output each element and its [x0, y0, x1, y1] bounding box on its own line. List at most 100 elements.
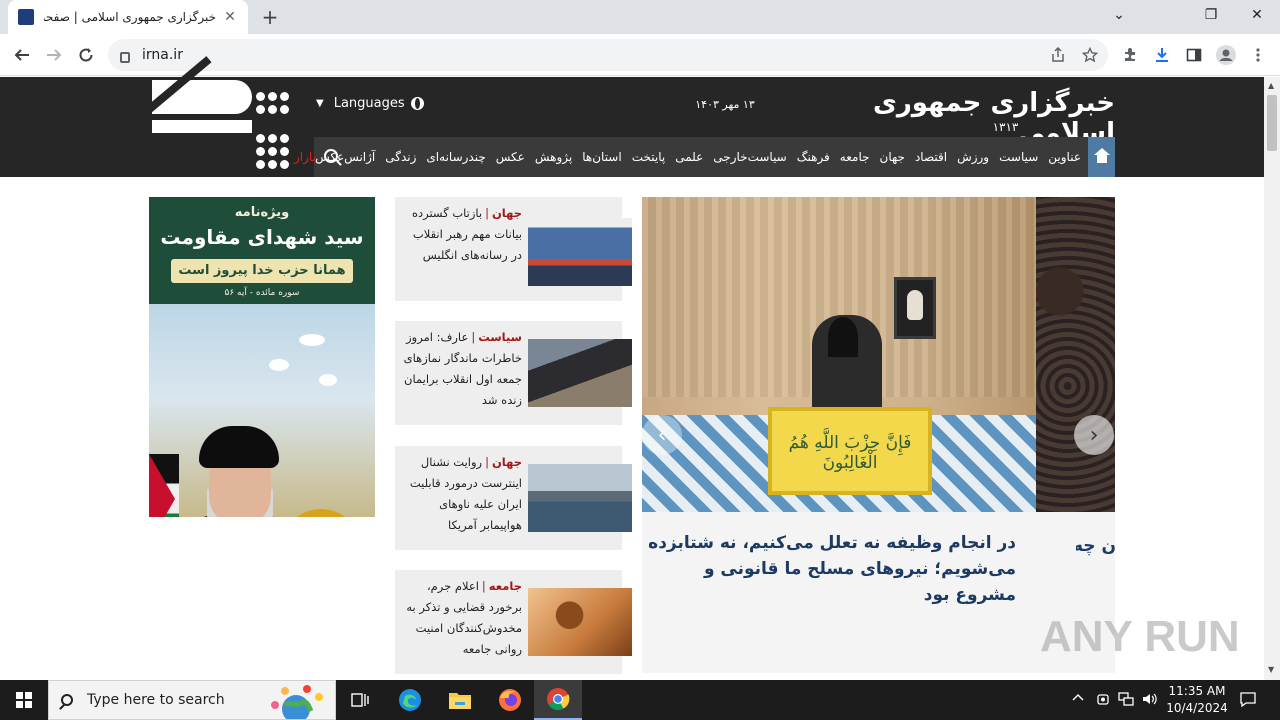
nav-item[interactable]: استان‌ها [582, 150, 621, 164]
news-category[interactable]: سیاست [478, 330, 522, 344]
tab-title: خبرگزاری جمهوری اسلامی | صفحه اول [44, 10, 216, 24]
news-thumbnail[interactable] [528, 588, 632, 656]
nav-item[interactable]: پایتخت [632, 150, 666, 164]
bookmark-star-icon[interactable] [1078, 44, 1102, 66]
news-text[interactable]: جهان|روایت نشنال اینترست درمورد قابلیت ا… [403, 452, 522, 536]
search-icon[interactable] [324, 149, 338, 163]
banner-line-3: همانا حزب خدا پیروز است [171, 259, 353, 283]
slide-headline[interactable]: در انجام وظیفه نه تعلل می‌کنیم، نه شتابز… [642, 530, 1016, 608]
profile-avatar-icon[interactable] [1214, 44, 1238, 66]
taskbar-search-placeholder: Type here to search [87, 692, 225, 708]
news-card[interactable]: سیاست|عارف: امروز خاطرات ماندگار نمازهای… [395, 321, 632, 425]
banner-line-1: ویژه‌نامه [234, 205, 290, 220]
nav-item[interactable]: سیاست‌خارجی [713, 150, 786, 164]
nav-item[interactable]: جامعه [840, 150, 870, 164]
nav-item[interactable]: اقتصاد [915, 150, 947, 164]
news-text[interactable]: جهان|بازتاب گسترده بیانات مهم رهبر انقلا… [403, 203, 522, 266]
nav-item[interactable]: چندرسانه‌ای [426, 150, 485, 164]
meet-now-icon[interactable] [1096, 692, 1110, 709]
nav-item[interactable]: پژوهش [535, 150, 572, 164]
slider-prev-button[interactable]: ‹ [642, 415, 682, 455]
taskbar-clock[interactable]: 11:35 AM 10/4/2024 [1162, 683, 1232, 717]
browser-tab[interactable]: خبرگزاری جمهوری اسلامی | صفحه اول ✕ [8, 0, 248, 34]
news-text[interactable]: جامعه|اعلام جرم، برخورد قضایی و تذکر به … [403, 576, 522, 660]
restore-window-button[interactable]: ❐ [1188, 0, 1234, 30]
nav-item-bazaar[interactable]: بازار [294, 150, 316, 164]
tab-search-chevron-icon[interactable]: ⌄ [1096, 0, 1142, 30]
news-thumbnail[interactable] [528, 339, 632, 407]
notifications-icon[interactable] [1240, 691, 1256, 710]
nav-item[interactable]: ورزش [957, 150, 989, 164]
show-hidden-icons-chevron-icon[interactable] [1072, 692, 1084, 707]
search-icon [61, 694, 73, 706]
address-bar[interactable]: irna.ir [108, 39, 1108, 71]
chevron-down-icon: ▼ [316, 98, 324, 109]
irna-logo[interactable] [137, 56, 292, 177]
chrome-icon[interactable] [534, 680, 582, 720]
firefox-icon[interactable] [486, 680, 534, 720]
volume-icon[interactable] [1142, 692, 1158, 709]
news-card[interactable]: جهان|بازتاب گسترده بیانات مهم رهبر انقلا… [395, 197, 632, 301]
page-scrollbar[interactable]: ▲ ▼ [1264, 77, 1280, 680]
windows-start-icon[interactable] [0, 680, 48, 720]
headline-slider: فَإِنَّ حِزْبَ اللَّهِ هُمُ الْغَالِبُون… [642, 197, 1115, 673]
news-category[interactable]: جهان [492, 455, 522, 469]
site-title-year: ۱۳۱۳ [992, 120, 1019, 135]
irna-favicon-icon [18, 9, 34, 25]
home-icon[interactable] [1088, 137, 1115, 177]
side-panel-icon[interactable] [1182, 44, 1206, 66]
main-nav: عناوین سیاست ورزش اقتصاد جهان جامعه فرهنگ سیاست… [314, 137, 1115, 177]
anyrun-watermark: ANY RUN [1040, 612, 1240, 661]
banner-line-2: سید شهدای مقاومت [160, 225, 364, 249]
extensions-puzzle-icon[interactable] [1118, 44, 1142, 66]
resistance-special-banner[interactable]: ویژه‌نامه سید شهدای مقاومت همانا حزب خدا… [149, 197, 375, 517]
close-window-button[interactable]: ✕ [1234, 0, 1280, 30]
slide-image[interactable]: فَإِنَّ حِزْبَ اللَّهِ هُمُ الْغَالِبُون… [642, 197, 1036, 512]
task-view-icon[interactable] [336, 680, 384, 720]
forward-arrow-icon[interactable] [40, 42, 68, 68]
news-category[interactable]: جهان [492, 206, 522, 220]
next-slide-image[interactable] [1036, 197, 1115, 512]
download-icon[interactable] [1150, 44, 1174, 66]
nav-item[interactable]: علمی [675, 150, 703, 164]
reload-icon[interactable] [72, 42, 100, 68]
podium: فَإِنَّ حِزْبَ اللَّهِ هُمُ الْغَالِبُون… [768, 407, 932, 495]
nav-item[interactable]: جهان [880, 150, 905, 164]
url-text: irna.ir [142, 47, 183, 63]
kebab-menu-icon[interactable] [1246, 44, 1270, 66]
nav-item[interactable]: فرهنگ [797, 150, 830, 164]
back-arrow-icon[interactable] [8, 42, 36, 68]
lock-icon[interactable] [120, 51, 130, 63]
news-card[interactable]: جهان|روایت نشنال اینترست درمورد قابلیت ا… [395, 446, 632, 550]
languages-dropdown[interactable]: ▼ Languages [316, 96, 424, 111]
network-icon[interactable] [1118, 692, 1134, 709]
nav-item[interactable]: زندگی [385, 150, 416, 164]
clock-time: 11:35 AM [1168, 684, 1226, 698]
file-explorer-icon[interactable] [436, 680, 484, 720]
tab-strip: خبرگزاری جمهوری اسلامی | صفحه اول ✕ + ⌄ … [0, 0, 1280, 34]
new-tab-button[interactable]: + [258, 6, 282, 28]
news-card[interactable]: جامعه|اعلام جرم، برخورد قضایی و تذکر به … [395, 570, 632, 674]
podium-inscription: فَإِنَّ حِزْبَ اللَّهِ هُمُ الْغَالِبُون… [788, 433, 912, 473]
banner-line-4: سوره مائده - آیه ۵۶ [224, 288, 300, 298]
languages-label: Languages [333, 96, 405, 111]
news-thumbnail[interactable] [528, 464, 632, 532]
banner-text-panel: ویژه‌نامه سید شهدای مقاومت همانا حزب خدا… [149, 197, 375, 304]
nav-item[interactable]: عناوین [1048, 150, 1081, 164]
taskbar-search-box[interactable]: Type here to search [48, 680, 336, 720]
news-thumbnail[interactable] [528, 218, 632, 286]
news-category[interactable]: جامعه [489, 579, 522, 593]
next-slide-headline[interactable]: ن چه [1076, 536, 1115, 556]
site-date: ۱۳ مهر ۱۴۰۳ [695, 98, 755, 111]
banner-image [149, 304, 375, 517]
portrait-frame [894, 277, 936, 339]
share-icon[interactable] [1046, 44, 1070, 66]
flag-graphic [149, 454, 179, 517]
slider-next-button[interactable]: › [1074, 415, 1114, 455]
nav-item[interactable]: سیاست [999, 150, 1038, 164]
edge-icon[interactable] [386, 680, 434, 720]
clock-date: 10/4/2024 [1166, 701, 1228, 715]
news-text[interactable]: سیاست|عارف: امروز خاطرات ماندگار نمازهای… [403, 327, 522, 411]
tab-close-icon[interactable]: ✕ [222, 9, 238, 25]
nav-item[interactable]: عکس [496, 150, 525, 164]
